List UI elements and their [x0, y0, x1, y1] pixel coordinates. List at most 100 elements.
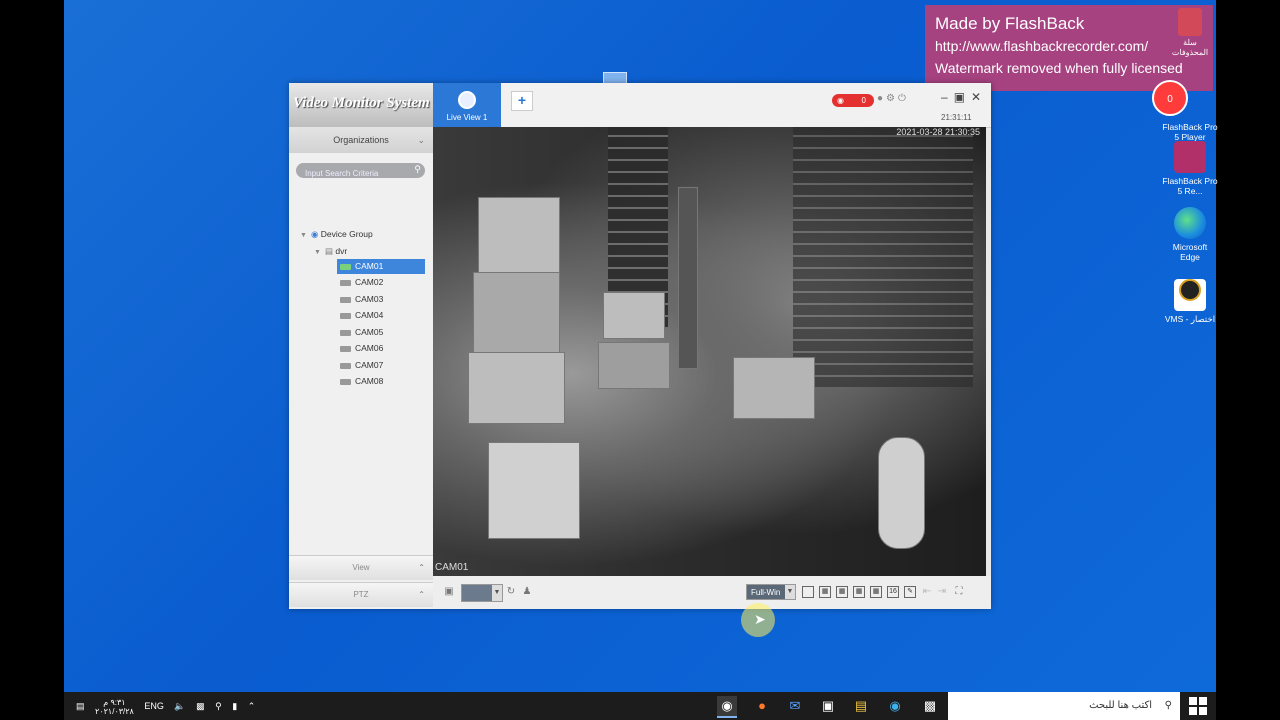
- ptz-panel-button[interactable]: PTZ ⌃: [289, 582, 433, 607]
- show-hidden-icons[interactable]: ⌃: [248, 701, 256, 711]
- taskbar-store-icon[interactable]: ▣: [818, 696, 838, 716]
- battery-icon[interactable]: ▮: [232, 701, 237, 711]
- search-input[interactable]: [296, 166, 405, 181]
- camera-item-cam05[interactable]: CAM05: [337, 325, 425, 340]
- camera-icon: [340, 362, 351, 369]
- chevron-up-icon: ⌃: [418, 563, 425, 572]
- taskbar-time: ٩:٣١ م: [103, 697, 126, 707]
- taskbar-firefox-icon[interactable]: ●: [752, 696, 772, 716]
- ptz-label: PTZ: [353, 590, 369, 599]
- power-icon[interactable]: ⏻: [898, 93, 909, 104]
- camera-item-cam06[interactable]: CAM06: [337, 341, 425, 356]
- alarm-icon: ◉: [837, 96, 844, 105]
- tree-device[interactable]: ▼ ▤ dvr: [314, 244, 347, 259]
- layout-16-button[interactable]: 16: [887, 586, 899, 598]
- flashback-recorder-icon: [1174, 141, 1206, 173]
- notification-icon[interactable]: ▤: [76, 701, 85, 711]
- box-image: [603, 292, 665, 339]
- app-logo: Video Monitor System: [289, 83, 433, 127]
- camera-icon: [340, 263, 351, 270]
- taskbar-search[interactable]: اكتب هنا للبحث ⚲: [948, 692, 1180, 720]
- taskbar-mail-icon[interactable]: ✉: [785, 696, 805, 716]
- maximize-icon[interactable]: ▣: [954, 90, 971, 104]
- counter-image: [733, 357, 815, 419]
- camera-label: CAM01: [355, 261, 384, 271]
- box-image: [488, 442, 580, 539]
- window-controls: –▣✕: [941, 90, 987, 104]
- camera-label: CAM05: [355, 327, 384, 337]
- organizations-header[interactable]: Organizations ⌄: [289, 127, 433, 153]
- view-label: View: [352, 563, 370, 572]
- layout-6-icon[interactable]: ▦: [836, 586, 848, 598]
- taskbar-vms-app[interactable]: ◉: [717, 696, 737, 718]
- network-icon[interactable]: ▩: [196, 701, 205, 711]
- alarm-badge[interactable]: ◉ 0: [832, 94, 874, 107]
- desktop-icon-label: FlashBack Pro 5 Player: [1162, 122, 1218, 142]
- microphone-icon[interactable]: ⚲: [215, 701, 222, 711]
- camera-icon: [340, 312, 351, 319]
- live-video-feed[interactable]: 2021-03-28 21:30:35 CAM01: [433, 127, 986, 576]
- start-button[interactable]: [1188, 696, 1208, 716]
- left-letterbox: [0, 0, 64, 720]
- camera-item-cam03[interactable]: CAM03: [337, 292, 425, 307]
- watermark-url: http://www.flashbackrecorder.com/: [935, 38, 1149, 54]
- camera-item-cam04[interactable]: CAM04: [337, 308, 425, 323]
- layout-1-icon[interactable]: [802, 586, 814, 598]
- tree-device-group[interactable]: ▼ ◉ Device Group: [300, 227, 373, 242]
- taskbar-file-explorer-icon[interactable]: ▤: [851, 696, 871, 716]
- fullscreen-icon[interactable]: ⛶: [953, 586, 965, 598]
- stream-select[interactable]: ▼: [461, 584, 503, 602]
- desktop-icon-flashback-recorder[interactable]: FlashBack Pro 5 Re...: [1162, 141, 1218, 196]
- volume-icon[interactable]: 🔈: [174, 701, 185, 711]
- view-panel-button[interactable]: View ⌃: [289, 555, 433, 580]
- top-bar: Live View 1 + ◉ 0 ●⚙⏻ –▣✕ 21:31:11: [433, 83, 991, 128]
- recycle-bin-icon[interactable]: سلة المحذوفات: [1168, 8, 1212, 58]
- desktop-icon-vms[interactable]: VMS - اختصار: [1162, 274, 1218, 324]
- prev-page-icon[interactable]: ⇤: [921, 586, 933, 598]
- expand-icon[interactable]: ▼: [314, 249, 321, 256]
- gear-icon[interactable]: ⚙: [886, 93, 898, 104]
- recycle-bin-label: سلة المحذوفات: [1171, 38, 1209, 57]
- sidebar: Organizations ⌄ ⚲ ▼◉ Device Group ▼▤ dvr…: [289, 127, 434, 609]
- taskbar-edge-icon[interactable]: ◉: [885, 696, 905, 716]
- camera-item-cam07[interactable]: CAM07: [337, 358, 425, 373]
- taskbar-clock[interactable]: ٩:٣١ م ٢٠٢١/٠٣/٢٨: [95, 698, 134, 716]
- desktop-icon-label: Microsoft Edge: [1172, 242, 1208, 262]
- tab-live-view[interactable]: Live View 1: [433, 83, 501, 127]
- record-count: 0: [1167, 94, 1173, 105]
- desktop-icon-flashback-player[interactable]: FlashBack Pro 5 Player: [1162, 108, 1218, 142]
- add-tab-button[interactable]: +: [511, 91, 533, 111]
- video-camera-label: CAM01: [435, 562, 469, 573]
- edit-layout-icon[interactable]: ✎: [904, 586, 916, 598]
- expand-icon[interactable]: ▼: [300, 232, 307, 239]
- language-indicator[interactable]: ENG: [144, 701, 164, 711]
- taskbar: ▤ ٩:٣١ م ٢٠٢١/٠٣/٢٨ ENG 🔈 ▩ ⚲ ▮ ⌃ ◉ ● ✉ …: [64, 692, 1216, 720]
- search-icon[interactable]: ⚲: [414, 164, 421, 175]
- pillar-image: [678, 187, 698, 369]
- camera-item-cam08[interactable]: CAM08: [337, 374, 425, 389]
- camera-label: CAM08: [355, 376, 384, 386]
- window-mode-select[interactable]: Full-Win ▼: [746, 584, 796, 600]
- snapshot-icon[interactable]: ▣: [443, 586, 455, 598]
- system-tray: ▤ ٩:٣١ م ٢٠٢١/٠٣/٢٨ ENG 🔈 ▩ ⚲ ▮ ⌃: [76, 692, 263, 720]
- layout-16-label: 16: [889, 588, 897, 595]
- cursor-highlight: ➤: [741, 603, 775, 637]
- trash-icon: [1178, 8, 1202, 36]
- refresh-icon[interactable]: ↻: [505, 586, 517, 598]
- close-icon[interactable]: ✕: [971, 90, 987, 104]
- camera-label: CAM02: [355, 277, 384, 287]
- camera-icon: [340, 296, 351, 303]
- layout-8-icon[interactable]: ▦: [853, 586, 865, 598]
- layout-4-icon[interactable]: ▦: [819, 586, 831, 598]
- talk-icon[interactable]: ♟: [521, 586, 533, 598]
- camera-item-cam02[interactable]: CAM02: [337, 275, 425, 290]
- user-icon[interactable]: ●: [877, 93, 886, 104]
- camera-item-cam01[interactable]: CAM01: [337, 259, 425, 274]
- layout-9-icon[interactable]: ▦: [870, 586, 882, 598]
- next-page-icon[interactable]: ⇥: [936, 586, 948, 598]
- minimize-icon[interactable]: –: [941, 90, 954, 104]
- desktop-icon-edge[interactable]: Microsoft Edge: [1162, 207, 1218, 262]
- task-view-icon[interactable]: ▩: [920, 696, 940, 716]
- device-group-label: Device Group: [320, 229, 373, 239]
- dropdown-arrow-icon: ▼: [785, 585, 795, 599]
